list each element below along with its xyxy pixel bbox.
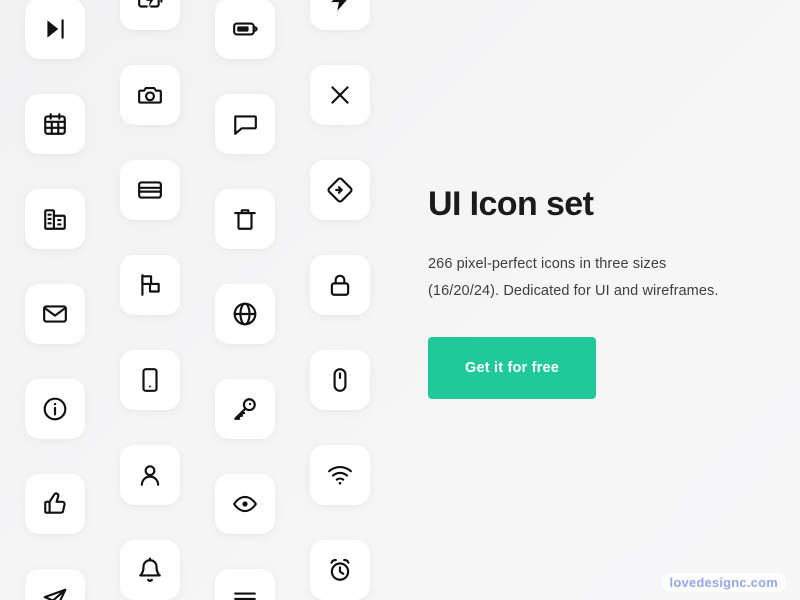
icon-card-battery[interactable] — [215, 0, 275, 59]
icon-card-close[interactable] — [310, 65, 370, 125]
promo-description-line-1: 266 pixel-perfect icons in three sizes — [428, 256, 667, 273]
globe-icon — [233, 302, 257, 326]
icon-card-key[interactable] — [215, 379, 275, 439]
send-icon — [43, 588, 67, 600]
icon-card-buildings[interactable] — [25, 189, 85, 249]
promo-description: 266 pixel-perfect icons in three sizes (… — [428, 251, 776, 305]
alarm-clock-icon — [330, 558, 350, 581]
skip-forward-icon — [47, 19, 64, 39]
icon-card-menu[interactable] — [215, 569, 275, 600]
icon-card-send[interactable] — [25, 569, 85, 600]
info-icon — [43, 397, 67, 421]
smartphone-icon — [142, 368, 158, 392]
flag-icon — [141, 274, 160, 296]
promo-panel: UI Icon set 266 pixel-perfect icons in t… — [428, 185, 776, 400]
icon-card-info[interactable] — [25, 379, 85, 439]
icon-card-thumbs-up[interactable] — [25, 474, 85, 534]
close-icon — [331, 86, 349, 104]
battery-icon — [233, 22, 258, 36]
camera-icon — [138, 86, 162, 104]
message-icon — [234, 115, 257, 135]
credit-card-icon — [138, 181, 162, 199]
direction-sign-icon — [327, 177, 353, 203]
icon-card-globe[interactable] — [215, 284, 275, 344]
icon-card-lock[interactable] — [310, 255, 370, 315]
icon-card-battery-charging[interactable] — [120, 0, 180, 30]
get-it-for-free-button[interactable]: Get it for free — [428, 337, 596, 400]
promo-description-line-2: (16/20/24). Dedicated for UI and wirefra… — [428, 283, 719, 300]
icon-card-eye[interactable] — [215, 474, 275, 534]
icon-card-calendar[interactable] — [25, 94, 85, 154]
icon-card-user[interactable] — [120, 445, 180, 505]
menu-icon — [234, 592, 256, 600]
icon-card-camera[interactable] — [120, 65, 180, 125]
trash-icon — [234, 209, 256, 230]
watermark-label: lovedesignc.com — [661, 573, 786, 592]
wifi-icon — [328, 465, 352, 485]
icon-card-flag[interactable] — [120, 255, 180, 315]
icon-card-smartphone[interactable] — [120, 350, 180, 410]
icon-card-bell[interactable] — [120, 540, 180, 600]
icon-card-alarm-clock[interactable] — [310, 540, 370, 600]
icon-card-skip-forward[interactable] — [25, 0, 85, 59]
icon-card-trash[interactable] — [215, 189, 275, 249]
user-icon — [140, 465, 160, 486]
icon-card-mail[interactable] — [25, 284, 85, 344]
mail-icon — [43, 305, 67, 323]
icon-showcase-grid — [0, 0, 400, 600]
page-title: UI Icon set — [428, 185, 594, 223]
thumbs-up-icon — [44, 492, 66, 514]
key-icon — [234, 398, 256, 420]
battery-charging-icon — [138, 0, 163, 8]
icon-card-credit-card[interactable] — [120, 160, 180, 220]
calendar-icon — [44, 113, 66, 135]
bell-icon — [139, 557, 161, 582]
zap-icon — [331, 0, 347, 11]
icon-card-zap[interactable] — [310, 0, 370, 30]
lock-icon — [330, 274, 350, 296]
eye-icon — [233, 495, 257, 513]
buildings-icon — [44, 209, 66, 230]
mouse-icon — [333, 368, 347, 392]
icon-card-mouse[interactable] — [310, 350, 370, 410]
icon-card-message[interactable] — [215, 94, 275, 154]
icon-card-direction-sign[interactable] — [310, 160, 370, 220]
icon-card-wifi[interactable] — [310, 445, 370, 505]
